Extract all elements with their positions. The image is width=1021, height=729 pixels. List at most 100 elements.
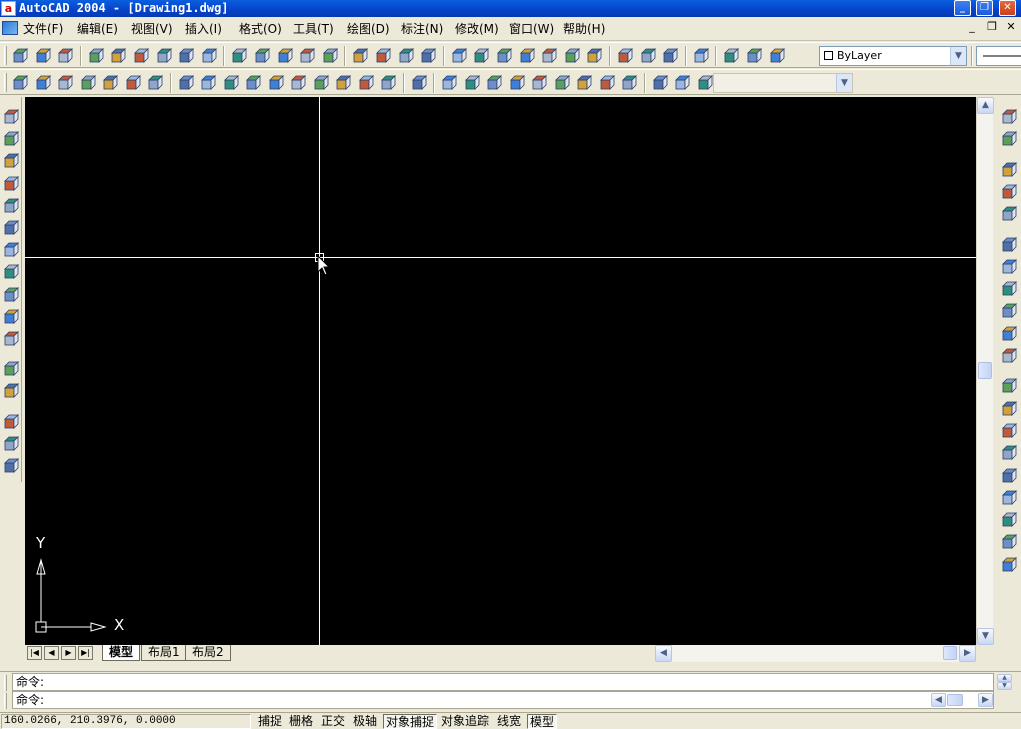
edge-icon[interactable] (2, 330, 20, 348)
setup-view-icon[interactable] (745, 47, 763, 65)
dim-style-icon[interactable] (1000, 130, 1018, 148)
menu-dimension[interactable]: 标注(N) (401, 22, 443, 36)
materials-lib-icon[interactable] (1000, 400, 1018, 418)
horizontal-scroll-thumb[interactable] (943, 646, 957, 660)
chevron-down-icon[interactable]: ▼ (950, 47, 966, 65)
wedge-icon[interactable] (540, 47, 558, 65)
ucs-view-icon[interactable] (124, 74, 142, 92)
osnap-toggle[interactable]: 对象捕捉 (383, 714, 438, 729)
statistics-icon[interactable] (1000, 533, 1018, 551)
command-grip[interactable] (4, 675, 7, 691)
tab-model[interactable]: 模型 (102, 645, 141, 661)
ucs-face-icon[interactable] (101, 74, 119, 92)
revolved-surface-icon[interactable] (2, 382, 20, 400)
setup-profile-icon[interactable] (768, 47, 786, 65)
viewport-single-icon[interactable] (651, 74, 669, 92)
doc-minimize-button[interactable]: _ (964, 21, 980, 35)
edge-surface-icon[interactable] (2, 457, 20, 475)
color-edge-icon[interactable] (298, 47, 316, 65)
scroll-down-button[interactable]: ▼ (977, 628, 994, 645)
landscape-lib-icon[interactable] (1000, 489, 1018, 507)
layer-prev-icon[interactable] (1000, 183, 1018, 201)
front-clip-icon[interactable] (598, 74, 616, 92)
text-style-icon[interactable] (1000, 108, 1018, 126)
sw-iso-icon[interactable] (312, 74, 330, 92)
move-face-icon[interactable] (132, 47, 150, 65)
tab-prev-button[interactable]: ◀ (44, 646, 59, 660)
ucs-origin-icon[interactable] (146, 74, 164, 92)
cylinder-icon[interactable] (495, 47, 513, 65)
light-icon[interactable] (1000, 280, 1018, 298)
tab-layout1[interactable]: 布局1 (141, 645, 187, 661)
command-scroll-down[interactable]: ▼ (997, 682, 1012, 690)
command-scroll-thumb[interactable] (947, 694, 963, 706)
right-view-icon[interactable] (244, 74, 262, 92)
coordinate-display[interactable]: 160.0266, 210.3976, 0.0000 (1, 714, 251, 729)
offset-face-icon[interactable] (200, 47, 218, 65)
imprint-icon[interactable] (321, 47, 339, 65)
extrude-icon[interactable] (585, 47, 603, 65)
landscape-edit-icon[interactable] (1000, 467, 1018, 485)
command-scroll-right[interactable]: ▶ (978, 693, 993, 707)
render-prefs-icon[interactable] (1000, 511, 1018, 529)
model-space-toggle[interactable]: 模型 (527, 714, 558, 729)
menu-window[interactable]: 窗口(W) (509, 22, 554, 36)
autocad-app-icon[interactable]: a (1, 1, 16, 16)
drawing-canvas[interactable]: Y X (25, 97, 976, 645)
rotate-face-icon[interactable] (177, 47, 195, 65)
copy-edge-icon[interactable] (276, 47, 294, 65)
viewport-3-icon[interactable] (696, 74, 714, 92)
ucs-icon[interactable] (11, 74, 29, 92)
tab-last-button[interactable]: ▶| (78, 646, 93, 660)
mapping-icon[interactable] (1000, 422, 1018, 440)
front-view-icon[interactable] (267, 74, 285, 92)
scroll-right-button[interactable]: ▶ (959, 645, 976, 662)
ucs-prev-icon[interactable] (56, 74, 74, 92)
command-input[interactable]: 命令: (12, 691, 994, 709)
dome-icon[interactable] (2, 263, 20, 281)
copy-face-icon[interactable] (230, 47, 248, 65)
interfere-icon[interactable] (692, 47, 710, 65)
ucs-world-icon[interactable] (34, 74, 52, 92)
restore-button[interactable]: ❐ (976, 0, 993, 16)
viewport-2-icon[interactable] (673, 74, 691, 92)
ucs-object-icon[interactable] (79, 74, 97, 92)
menu-help[interactable]: 帮助(H) (563, 22, 605, 36)
menu-insert[interactable]: 插入(I) (185, 22, 222, 36)
continuous-orbit-icon[interactable] (553, 74, 571, 92)
layer-state-icon[interactable] (1000, 205, 1018, 223)
torus-icon[interactable] (563, 47, 581, 65)
menu-tools[interactable]: 工具(T) (293, 22, 334, 36)
adjust-distance-icon[interactable] (530, 74, 548, 92)
grid-toggle[interactable]: 栅格 (287, 714, 315, 729)
3d-face-icon[interactable] (2, 130, 20, 148)
menu-file[interactable]: 文件(F) (23, 22, 63, 36)
intersect-icon[interactable] (56, 47, 74, 65)
union-icon[interactable] (11, 47, 29, 65)
sphere-icon[interactable] (472, 47, 490, 65)
minimize-button[interactable]: _ (954, 0, 971, 16)
left-view-icon[interactable] (222, 74, 240, 92)
check-icon[interactable] (419, 47, 437, 65)
scroll-left-button[interactable]: ◀ (655, 645, 672, 662)
box-surface-icon[interactable] (2, 152, 20, 170)
ruled-surface-icon[interactable] (2, 435, 20, 453)
box-icon[interactable] (450, 47, 468, 65)
dish-icon[interactable] (2, 286, 20, 304)
ortho-toggle[interactable]: 正交 (319, 714, 347, 729)
bottom-view-icon[interactable] (199, 74, 217, 92)
tab-next-button[interactable]: ▶ (61, 646, 76, 660)
chevron-down-icon[interactable]: ▼ (836, 74, 852, 92)
fog-icon[interactable] (1000, 347, 1018, 365)
3d-mesh-icon[interactable] (2, 360, 20, 378)
3d-polyline-icon[interactable] (2, 108, 20, 126)
close-button[interactable]: ✕ (999, 0, 1016, 16)
setup-drawing-icon[interactable] (722, 47, 740, 65)
layer-icon[interactable] (1000, 161, 1018, 179)
section-icon[interactable] (661, 47, 679, 65)
menu-edit[interactable]: 编辑(E) (77, 22, 118, 36)
tabulated-surface-icon[interactable] (2, 413, 20, 431)
layer-linetype-combo[interactable]: ByLayer ▼ (819, 46, 967, 66)
pan-icon[interactable] (463, 74, 481, 92)
doc-close-button[interactable]: ✕ (1003, 21, 1019, 35)
